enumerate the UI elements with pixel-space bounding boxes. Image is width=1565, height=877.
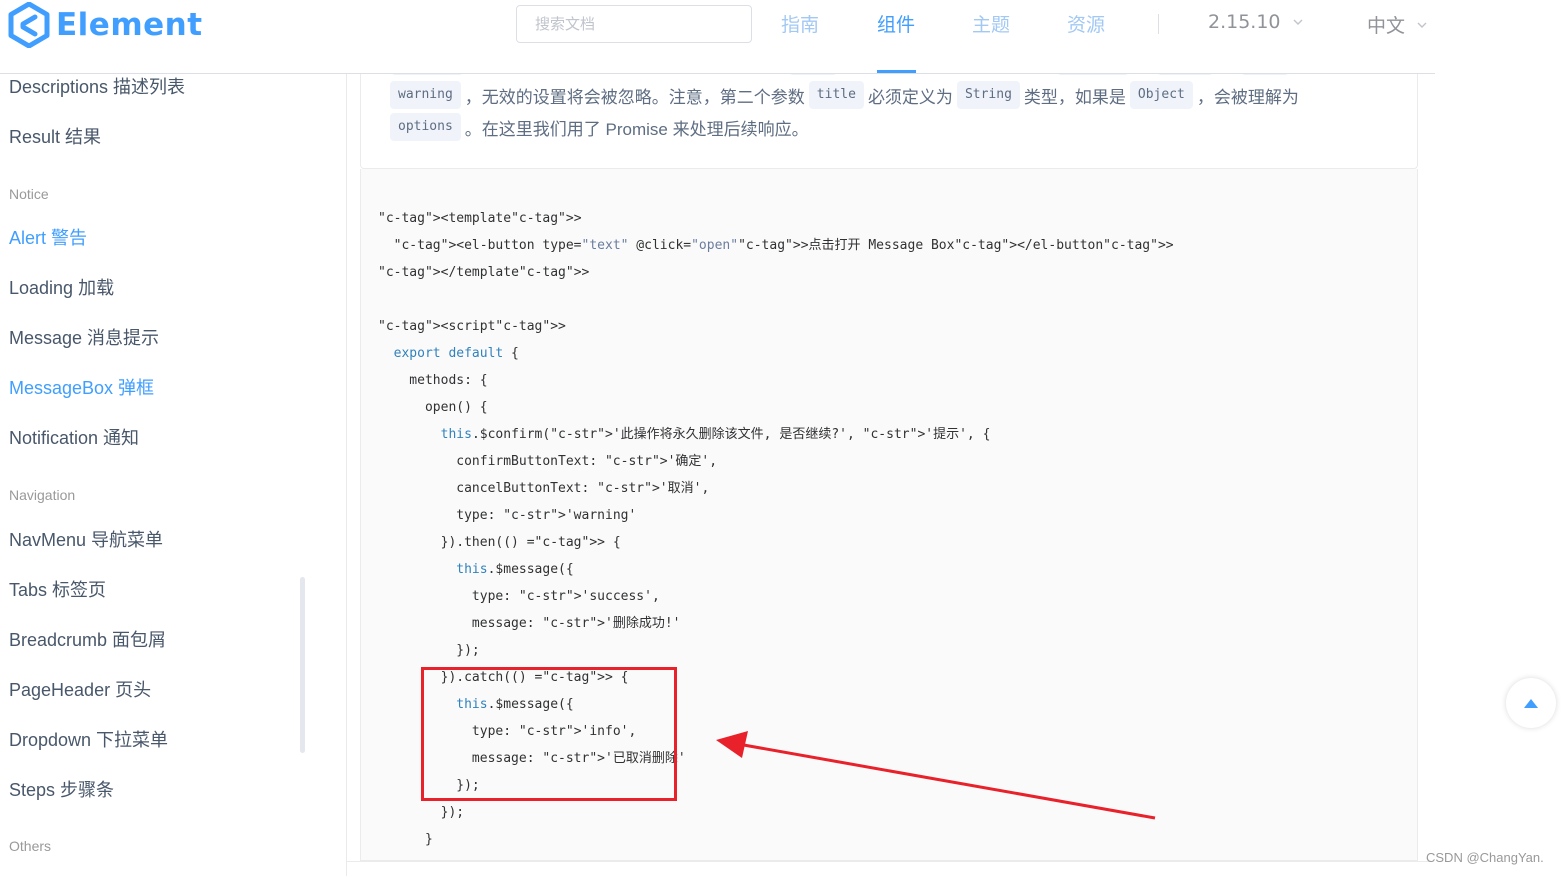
inline-code: String bbox=[956, 81, 1020, 109]
code-line: open() { bbox=[378, 400, 488, 415]
nav-resources[interactable]: 资源 bbox=[1067, 10, 1105, 37]
description-text: ，无效的设置将会被忽略。注意，第二个参数 bbox=[464, 87, 805, 107]
code-line: this.$confirm("c-str">'此操作将永久删除该文件, 是否继续… bbox=[440, 427, 847, 442]
sidebar-item-message[interactable]: Message 消息提示 bbox=[9, 324, 159, 350]
sidebar-item-pageheader[interactable]: PageHeader 页头 bbox=[9, 676, 151, 702]
nav-divider bbox=[1158, 14, 1159, 34]
logo-text: Element bbox=[56, 7, 203, 43]
inline-code: options bbox=[390, 113, 461, 141]
inline-code: warning bbox=[390, 81, 461, 109]
code-line: message: "c-str">'删除成功!' bbox=[378, 616, 681, 631]
nav-theme[interactable]: 主题 bbox=[972, 10, 1010, 37]
watermark: CSDN @ChangYan. bbox=[1426, 850, 1544, 865]
inline-code: Object bbox=[1129, 81, 1193, 109]
sidebar-group-notice: Notice bbox=[9, 186, 49, 202]
chevron-down-icon bbox=[1417, 22, 1427, 28]
sidebar-item-breadcrumb[interactable]: Breadcrumb 面包屑 bbox=[9, 626, 166, 652]
description-text: ，会被理解为 bbox=[1196, 87, 1299, 107]
code-line: "c-tag"></template bbox=[378, 265, 519, 280]
sidebar-item-navmenu[interactable]: NavMenu 导航菜单 bbox=[9, 526, 163, 552]
code-line: type: "c-str">'warning' bbox=[378, 508, 637, 523]
code-line: }); bbox=[378, 643, 480, 658]
sidebar-item-loading[interactable]: Loading 加载 bbox=[9, 274, 114, 300]
description-line: warning ，无效的设置将会被忽略。注意，第二个参数 title 必须定义为… bbox=[390, 81, 1299, 109]
code-line: type: "c-str">'success' bbox=[378, 589, 652, 604]
code-line: } bbox=[378, 832, 433, 847]
sidebar: Descriptions 描述列表 Result 结果 Notice Alert… bbox=[0, 73, 347, 876]
sidebar-item-dropdown[interactable]: Dropdown 下拉菜单 bbox=[9, 726, 168, 752]
nav-guide[interactable]: 指南 bbox=[781, 10, 819, 37]
code-line: "c-tag"><el-button bbox=[393, 238, 535, 253]
caret-up-icon bbox=[1524, 699, 1538, 708]
code-line: }).then(() ="c-tag">> bbox=[378, 535, 605, 550]
code-line: "c-tag"><script bbox=[378, 319, 496, 334]
nav-components[interactable]: 组件 bbox=[877, 10, 915, 37]
search-input[interactable] bbox=[516, 5, 752, 43]
logo[interactable]: Element bbox=[8, 0, 203, 50]
version-label: 2.15.10 bbox=[1208, 11, 1281, 33]
sidebar-item-descriptions[interactable]: Descriptions 描述列表 bbox=[9, 73, 185, 99]
code-line: "c-tag"><template bbox=[378, 211, 512, 226]
description-box: warning ，无效的设置将会被忽略。注意，第二个参数 title 必须定义为… bbox=[360, 69, 1418, 169]
active-nav-indicator bbox=[877, 70, 916, 73]
code-block-footer[interactable] bbox=[347, 861, 1434, 877]
sidebar-item-tabs[interactable]: Tabs 标签页 bbox=[9, 576, 106, 602]
code-line: cancelButtonText: "c-str">'取消' bbox=[378, 481, 702, 496]
sidebar-scrollbar[interactable] bbox=[300, 577, 305, 753]
element-logo-icon bbox=[8, 2, 50, 48]
sidebar-group-navigation: Navigation bbox=[9, 487, 76, 503]
code-line: methods: { bbox=[378, 373, 488, 388]
code-line: confirmButtonText: "c-str">'确定' bbox=[378, 454, 710, 469]
description-line: options 。在这里我们用了 Promise 来处理后续响应。 bbox=[390, 113, 809, 141]
highlight-box bbox=[421, 667, 677, 801]
back-to-top-button[interactable] bbox=[1506, 678, 1556, 728]
sidebar-item-steps[interactable]: Steps 步骤条 bbox=[9, 776, 114, 802]
sidebar-group-others: Others bbox=[9, 838, 52, 854]
description-text: 必须定义为 bbox=[867, 87, 953, 107]
version-select[interactable]: 2.15.10 bbox=[1208, 11, 1303, 33]
sidebar-item-notification[interactable]: Notification 通知 bbox=[9, 424, 139, 450]
language-label: 中文 bbox=[1367, 15, 1406, 37]
code-line: this.$message({ bbox=[456, 562, 574, 577]
description-text: 类型，如果是 bbox=[1023, 87, 1126, 107]
code-line: }); bbox=[378, 805, 465, 820]
code-line: export default { bbox=[393, 346, 519, 361]
sidebar-item-alert[interactable]: Alert 警告 bbox=[9, 224, 87, 250]
inline-code: title bbox=[808, 81, 864, 109]
sidebar-item-messagebox[interactable]: MessageBox 弹框 bbox=[9, 374, 154, 400]
chevron-down-icon bbox=[1293, 19, 1303, 25]
sidebar-item-result[interactable]: Result 结果 bbox=[9, 123, 101, 149]
top-header: Element 指南 组件 主题 资源 2.15.10 中文 bbox=[0, 0, 1435, 74]
description-text: 。在这里我们用了 Promise 来处理后续响应。 bbox=[464, 119, 809, 139]
language-select[interactable]: 中文 bbox=[1367, 11, 1427, 38]
